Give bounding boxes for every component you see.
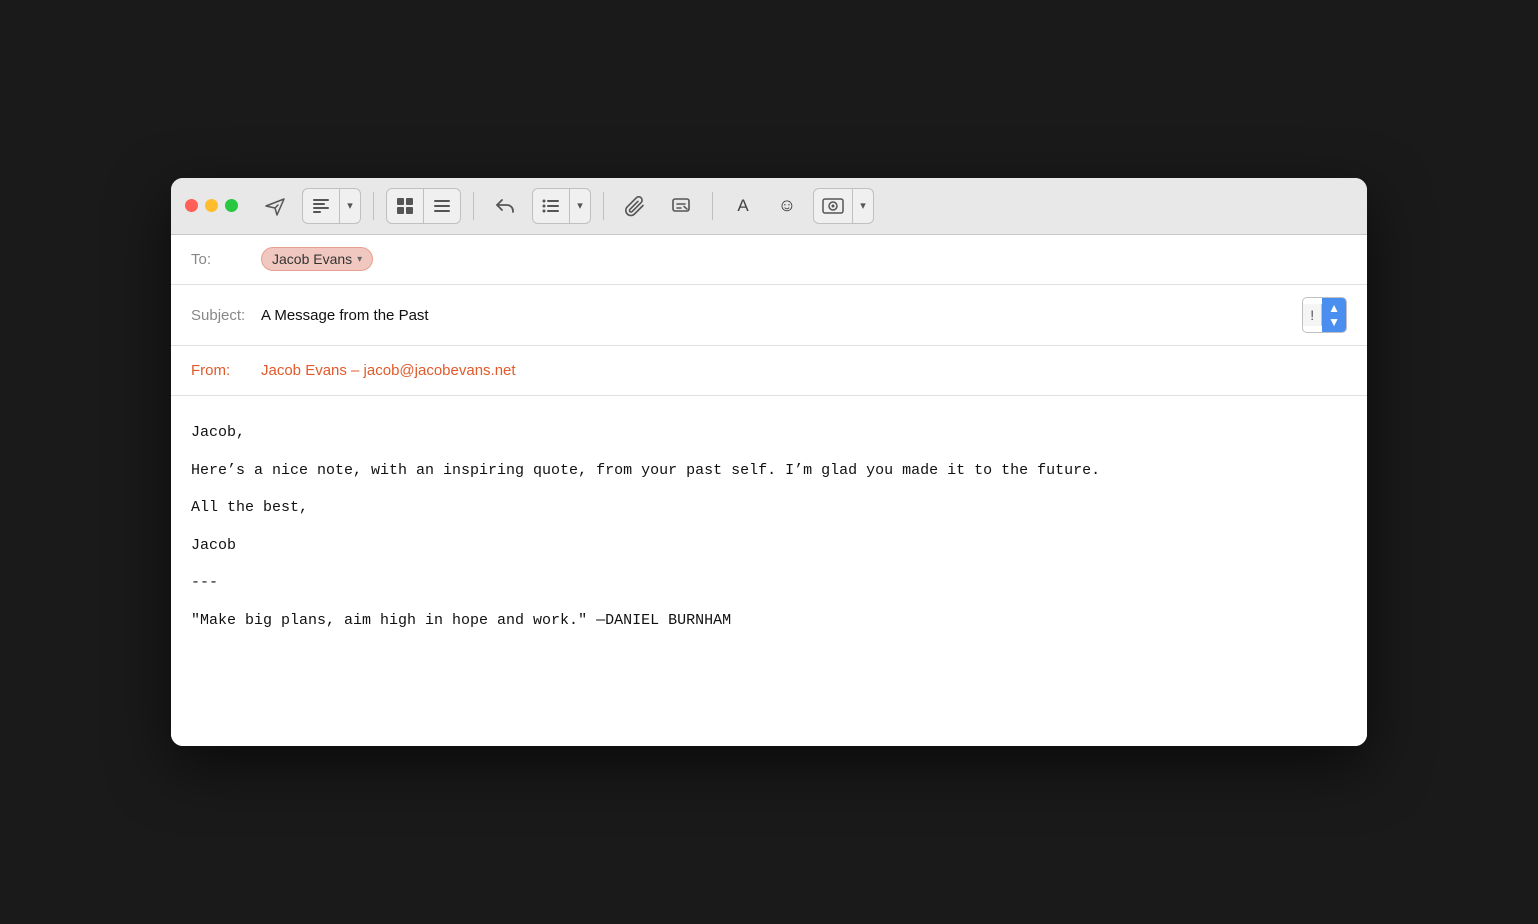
- attachment-button[interactable]: [616, 189, 654, 223]
- close-button[interactable]: [185, 199, 198, 212]
- email-body[interactable]: Jacob, Here’s a nice note, with an inspi…: [171, 396, 1367, 746]
- format-group: ▾: [302, 188, 361, 224]
- bullets-button[interactable]: [533, 189, 570, 223]
- format-dropdown-button[interactable]: ▾: [340, 189, 360, 223]
- toolbar: ▾: [171, 178, 1367, 235]
- maximize-button[interactable]: [225, 199, 238, 212]
- body-closing: All the best,: [191, 495, 1347, 521]
- bullets-dropdown-button[interactable]: ▾: [570, 189, 590, 223]
- from-display[interactable]: Jacob Evans – jacob@jacobevans.net: [261, 362, 1347, 379]
- separator-2: [473, 192, 474, 220]
- bullets-group: ▾: [532, 188, 591, 224]
- rich-text-button[interactable]: [303, 189, 340, 223]
- from-label: From:: [191, 362, 261, 379]
- emoji-button[interactable]: ☺: [769, 189, 805, 223]
- rich-view-button[interactable]: [387, 189, 424, 223]
- priority-exclaim-icon: !: [1303, 304, 1322, 326]
- priority-control[interactable]: ! ▲ ▼: [1302, 297, 1347, 334]
- body-signature: Jacob: [191, 533, 1347, 559]
- subject-label: Subject:: [191, 307, 261, 324]
- photo-button[interactable]: [814, 189, 853, 223]
- reply-button[interactable]: [486, 189, 524, 223]
- separator-1: [373, 192, 374, 220]
- recipient-chip[interactable]: Jacob Evans ▾: [261, 247, 373, 271]
- send-button[interactable]: [256, 189, 294, 223]
- minimize-button[interactable]: [205, 199, 218, 212]
- body-divider: ---: [191, 570, 1347, 596]
- subject-text[interactable]: A Message from the Past: [261, 307, 1302, 324]
- plain-view-button[interactable]: [424, 189, 460, 223]
- separator-4: [712, 192, 713, 220]
- font-button[interactable]: A: [725, 189, 761, 223]
- compose-window: ▾: [171, 178, 1367, 747]
- link-attachment-button[interactable]: [662, 189, 700, 223]
- separator-3: [603, 192, 604, 220]
- view-group: [386, 188, 461, 224]
- body-quote: "Make big plans, aim high in hope and wo…: [191, 608, 1347, 634]
- to-label: To:: [191, 251, 261, 268]
- photo-dropdown-button[interactable]: ▾: [853, 189, 873, 223]
- subject-field-row: Subject: A Message from the Past ! ▲ ▼: [171, 285, 1367, 347]
- photo-group: ▾: [813, 188, 874, 224]
- to-field-row: To: Jacob Evans ▾: [171, 235, 1367, 285]
- traffic-lights: [185, 199, 238, 212]
- recipient-name: Jacob Evans: [272, 251, 352, 267]
- from-field-row: From: Jacob Evans – jacob@jacobevans.net: [171, 346, 1367, 396]
- priority-arrows[interactable]: ▲ ▼: [1322, 298, 1346, 333]
- body-paragraph1: Here’s a nice note, with an inspiring qu…: [191, 458, 1347, 484]
- recipient-chevron-icon: ▾: [357, 254, 362, 265]
- body-greeting: Jacob,: [191, 420, 1347, 446]
- compose-area: To: Jacob Evans ▾ Subject: A Message fro…: [171, 235, 1367, 747]
